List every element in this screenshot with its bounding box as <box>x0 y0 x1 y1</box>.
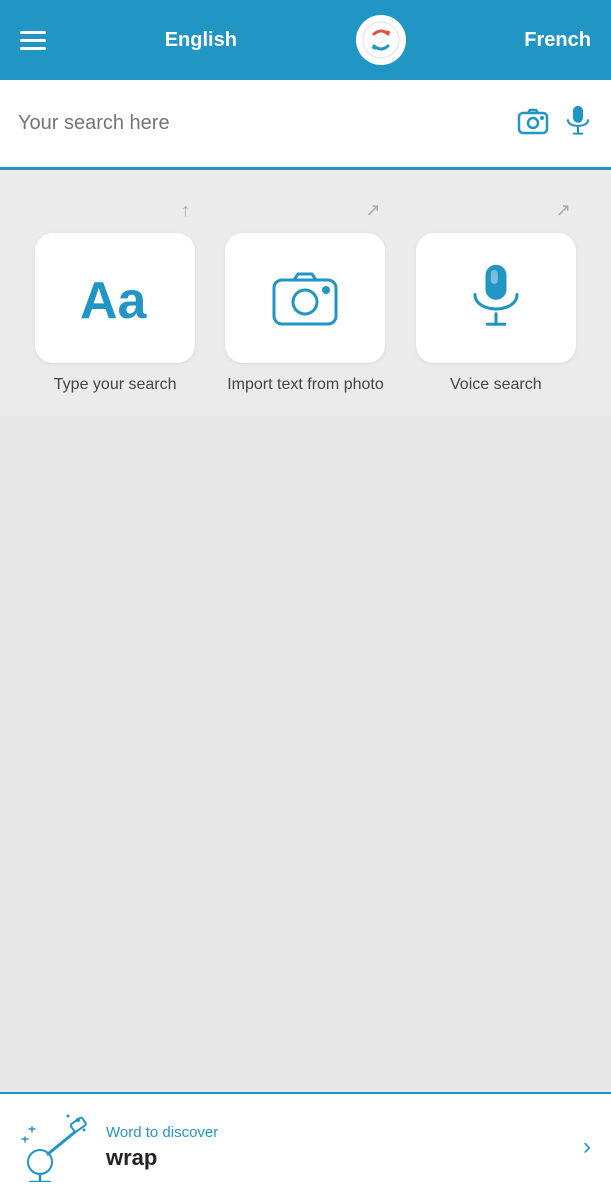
photo-import-card[interactable] <box>225 233 385 363</box>
search-options: ↑ Aa Type your search ↗ Import text from… <box>20 200 591 396</box>
app-header: English French <box>0 0 611 80</box>
word-info: Word to discover wrap <box>106 1124 567 1171</box>
voice-search-option[interactable]: ↗ Voice search <box>411 200 581 396</box>
voice-search-label: Voice search <box>450 375 542 396</box>
word-illustration <box>20 1112 90 1182</box>
word-of-day-text: wrap <box>106 1145 567 1171</box>
type-search-option[interactable]: ↑ Aa Type your search <box>30 200 200 396</box>
menu-button[interactable] <box>20 31 46 50</box>
photo-import-option[interactable]: ↗ Import text from photo <box>220 200 390 396</box>
mic-search-icon[interactable] <box>563 105 593 142</box>
photo-import-label: Import text from photo <box>227 375 384 396</box>
word-of-day-card[interactable]: Word to discover wrap › <box>0 1092 611 1200</box>
type-search-label: Type your search <box>54 375 177 396</box>
main-content: ↑ Aa Type your search ↗ Import text from… <box>0 170 611 416</box>
search-input[interactable] <box>18 112 517 135</box>
camera-search-icon[interactable] <box>517 105 549 142</box>
app-logo[interactable] <box>356 15 406 65</box>
voice-arrow-icon: ↗ <box>556 200 571 221</box>
type-arrow-icon: ↑ <box>181 200 190 221</box>
search-action-icons <box>517 105 593 142</box>
target-language[interactable]: French <box>524 29 591 52</box>
voice-search-card[interactable] <box>416 233 576 363</box>
search-bar <box>0 80 611 170</box>
word-discover-label: Word to discover <box>106 1124 567 1141</box>
source-language[interactable]: English <box>165 29 237 52</box>
svg-text:Aa: Aa <box>80 272 148 328</box>
word-chevron-icon[interactable]: › <box>583 1133 591 1161</box>
photo-arrow-icon: ↗ <box>365 200 380 221</box>
type-search-card[interactable]: Aa <box>35 233 195 363</box>
